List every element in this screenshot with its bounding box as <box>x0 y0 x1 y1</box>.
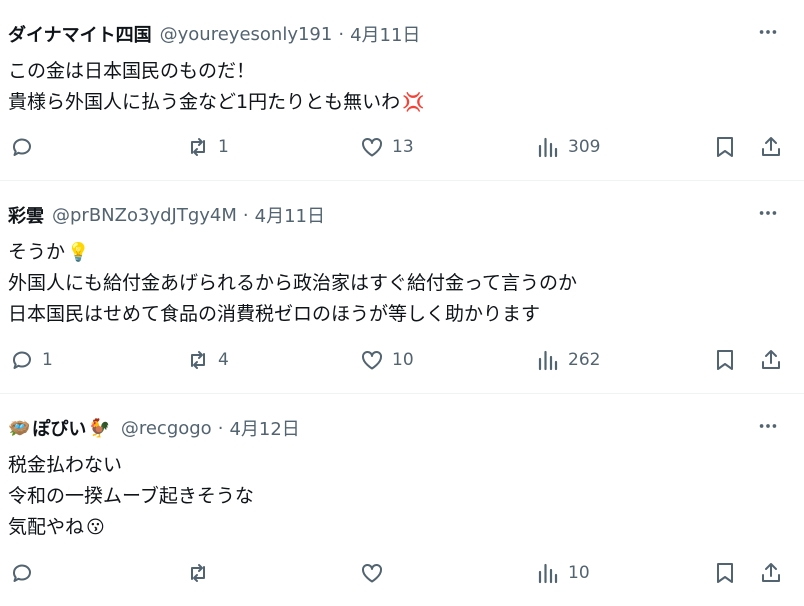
retweet-button[interactable]: 1 <box>186 134 229 160</box>
view-count: 262 <box>568 350 601 370</box>
tweet-text: そうか 💡 外国人にも給付金あげられるから政治家はすぐ給付金って言うのか 日本国民… <box>8 237 579 330</box>
tweet-text-line: 外国人にも給付金あげられるから政治家はすぐ給付金って言うのか <box>8 272 578 294</box>
tweet-date[interactable]: 4月11日 <box>255 202 325 228</box>
bookmark-icon <box>717 137 733 157</box>
like-count: 10 <box>392 350 414 370</box>
nest-emoji: 🪺 <box>8 417 31 439</box>
tweet[interactable]: ダイナマイト四国 @youreyesonly191 · 4月11日 この金は日本… <box>0 0 804 181</box>
author-name[interactable]: ダイナマイト四国 <box>8 21 152 47</box>
more-options-button[interactable] <box>756 20 780 44</box>
heart-icon <box>362 350 382 370</box>
retweet-count: 1 <box>218 137 229 157</box>
view-count: 309 <box>568 137 601 157</box>
author-handle[interactable]: @prBNZo3ydJTgy4M <box>52 205 237 226</box>
like-button[interactable] <box>360 560 392 586</box>
reply-bubble-icon <box>13 351 31 369</box>
more-dots-icon <box>759 30 777 34</box>
author-name[interactable]: 彩雲 <box>8 202 44 228</box>
bookmark-icon <box>717 563 733 583</box>
author-handle[interactable]: @youreyesonly191 <box>160 24 333 45</box>
like-count: 13 <box>392 137 414 157</box>
tweet-date[interactable]: 4月11日 <box>350 21 420 47</box>
tweet-date[interactable]: 4月12日 <box>229 415 299 441</box>
rooster-emoji: 🐓 <box>88 417 111 439</box>
tweet-text-line: 気配やね 😗 <box>8 516 105 538</box>
bookmark-button[interactable] <box>713 560 737 586</box>
share-button[interactable] <box>759 134 783 160</box>
action-bar: 10 <box>0 560 804 586</box>
light-bulb-emoji: 💡 <box>67 242 90 263</box>
tweet-text-line: 日本国民はせめて食品の消費税ゼロのほうが等しく助かります <box>8 303 541 325</box>
tweet[interactable]: 🪺 ぽぴい 🐓 @recgogo · 4月12日 税金払わない 令和の一揆ムーブ… <box>0 394 804 606</box>
author-handle[interactable]: @recgogo <box>121 418 212 439</box>
reply-count: 1 <box>42 350 53 370</box>
retweet-button[interactable]: 4 <box>186 347 229 373</box>
separator-dot: · <box>242 204 249 226</box>
tweet-header: ダイナマイト四国 @youreyesonly191 · 4月11日 <box>8 20 420 48</box>
tweet-text-line: 貴様ら外国人に払う金など1円たりとも無いわ 💢 <box>8 91 425 113</box>
tweet-text-line: 税金払わない <box>8 454 123 476</box>
reply-button[interactable] <box>10 134 42 160</box>
author-name[interactable]: ぽぴい <box>32 415 86 441</box>
views-button[interactable]: 262 <box>536 347 600 373</box>
bookmark-icon <box>717 350 733 370</box>
heart-icon <box>362 137 382 157</box>
share-button[interactable] <box>759 560 783 586</box>
reply-bubble-icon <box>13 138 31 156</box>
tweet-text: この金は日本国民のものだ！ 貴様ら外国人に払う金など1円たりとも無いわ 💢 <box>8 56 425 118</box>
more-dots-icon <box>759 424 777 428</box>
heart-icon <box>362 563 382 583</box>
analytics-bars-icon <box>538 563 558 584</box>
retweet-arrows-icon <box>191 351 205 369</box>
views-button[interactable]: 309 <box>536 134 600 160</box>
tweet-header: 彩雲 @prBNZo3ydJTgy4M · 4月11日 <box>8 201 325 229</box>
action-bar: 1 13 309 <box>0 134 804 160</box>
tweet-text: 税金払わない 令和の一揆ムーブ起きそうな 気配やね 😗 <box>8 450 256 543</box>
bookmark-button[interactable] <box>713 134 737 160</box>
views-button[interactable]: 10 <box>536 560 590 586</box>
analytics-bars-icon <box>538 137 558 158</box>
share-upload-icon <box>762 563 780 582</box>
retweet-arrows-icon <box>191 564 205 582</box>
action-bar: 1 4 10 262 <box>0 347 804 373</box>
more-options-button[interactable] <box>756 414 780 438</box>
kissing-face-emoji: 😗 <box>86 517 105 538</box>
more-dots-icon <box>759 211 777 215</box>
share-upload-icon <box>762 350 780 369</box>
retweet-arrows-icon <box>191 138 205 156</box>
tweet-header: 🪺 ぽぴい 🐓 @recgogo · 4月12日 <box>8 414 300 442</box>
retweet-count: 4 <box>218 350 229 370</box>
analytics-bars-icon <box>538 350 558 371</box>
bookmark-button[interactable] <box>713 347 737 373</box>
tweet-text-line: そうか 💡 <box>8 241 90 263</box>
tweet-text-line: この金は日本国民のものだ！ <box>8 60 256 82</box>
separator-dot: · <box>217 417 224 439</box>
share-upload-icon <box>762 137 780 156</box>
like-button[interactable]: 10 <box>360 347 414 373</box>
tweet[interactable]: 彩雲 @prBNZo3ydJTgy4M · 4月11日 そうか 💡 外国人にも給付… <box>0 181 804 394</box>
tweet-text-line: 令和の一揆ムーブ起きそうな <box>8 485 254 507</box>
more-options-button[interactable] <box>756 201 780 225</box>
reply-button[interactable]: 1 <box>10 347 53 373</box>
reply-bubble-icon <box>13 564 31 582</box>
retweet-button[interactable] <box>186 560 218 586</box>
like-button[interactable]: 13 <box>360 134 414 160</box>
share-button[interactable] <box>759 347 783 373</box>
view-count: 10 <box>568 563 590 583</box>
reply-button[interactable] <box>10 560 42 586</box>
anger-symbol-emoji: 💢 <box>402 92 425 113</box>
separator-dot: · <box>338 23 345 45</box>
